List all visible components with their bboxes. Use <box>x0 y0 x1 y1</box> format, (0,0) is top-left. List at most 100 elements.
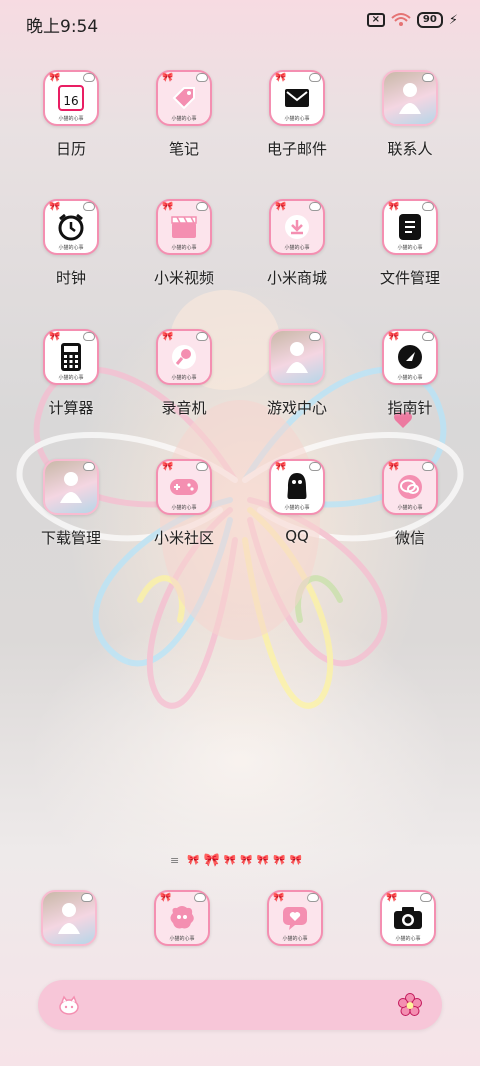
heart-message-icon: 🎀 小猫的心事 <box>267 890 323 946</box>
dock-app-messages[interactable]: 🎀 小猫的心事 <box>154 890 214 950</box>
bow-icon: 🎀 <box>386 893 398 903</box>
page-dot-icon[interactable]: 🎀 <box>273 855 285 866</box>
photo-dock-icon <box>41 890 97 946</box>
app-label: 录音机 <box>161 399 207 417</box>
tile-caption: 小猫的心事 <box>171 375 197 381</box>
app-wechat[interactable]: 🎀 小猫的心事 微信 <box>360 459 460 569</box>
page-dot-icon[interactable]: 🎀 <box>290 855 302 866</box>
blob-glyph-icon <box>170 906 194 929</box>
app-contacts[interactable]: 联系人 <box>360 70 460 180</box>
page-list-icon[interactable]: ≡ <box>170 854 179 867</box>
photo-figure-icon <box>286 342 308 373</box>
clapperboard-icon: 🎀 小猫的心事 <box>156 199 212 255</box>
app-file-manager[interactable]: 🎀 小猫的心事 文件管理 <box>360 199 460 309</box>
app-label: 小米商城 <box>266 269 327 287</box>
wechat-glyph-icon <box>398 475 422 499</box>
app-email[interactable]: 🎀 小猫的心事 电子邮件 <box>247 70 347 180</box>
app-recorder[interactable]: 🎀 小猫的心事 录音机 <box>134 329 234 439</box>
photo-figure-icon <box>58 903 80 934</box>
bow-icon: 🎀 <box>388 332 400 342</box>
page-indicator[interactable]: ≡ 🎀 🎀 🎀 🎀 🎀 🎀 🎀 <box>170 853 320 868</box>
tag-glyph-icon <box>172 87 195 110</box>
cat-badge-icon <box>83 73 95 82</box>
flower-icon[interactable] <box>398 993 422 1017</box>
page-dot-icon[interactable]: 🎀 <box>187 855 199 866</box>
app-compass[interactable]: 🎀 小猫的心事 指南针 <box>360 329 460 439</box>
tile-caption: 小猫的心事 <box>284 505 310 511</box>
clock-glyph-icon <box>58 213 84 241</box>
app-label: 计算器 <box>48 399 94 417</box>
compass-glyph-icon <box>398 345 422 369</box>
search-bar[interactable] <box>38 980 442 1030</box>
app-label: 文件管理 <box>379 269 440 287</box>
charging-icon: ⚡ <box>448 12 458 28</box>
photo-game-icon <box>269 329 325 385</box>
app-mi-community[interactable]: 🎀 小猫的心事 小米社区 <box>134 459 234 569</box>
app-notes[interactable]: 🎀 小猫的心事 笔记 <box>134 70 234 180</box>
bow-icon: 🎀 <box>49 202 61 212</box>
bow-icon: 🎀 <box>275 202 287 212</box>
bow-icon: 🎀 <box>162 202 174 212</box>
envelope-icon <box>285 89 309 107</box>
tile-caption: 小猫的心事 <box>284 245 310 251</box>
cat-badge-icon <box>83 202 95 211</box>
app-label: 电子邮件 <box>266 140 327 158</box>
app-label: 下载管理 <box>40 529 101 547</box>
cat-badge-icon <box>309 73 321 82</box>
tile-caption: 小猫的心事 <box>284 116 310 122</box>
dock-app-photo[interactable] <box>41 890 101 950</box>
bow-icon: 🎀 <box>388 462 400 472</box>
mail-icon: 🎀 小猫的心事 <box>269 70 325 126</box>
app-label: 小米视频 <box>153 269 214 287</box>
cat-badge-icon <box>420 893 432 902</box>
app-clock[interactable]: 🎀 小猫的心事 时钟 <box>21 199 121 309</box>
tag-icon: 🎀 小猫的心事 <box>156 70 212 126</box>
app-game-center[interactable]: 游戏中心 <box>247 329 347 439</box>
bow-icon: 🎀 <box>273 893 285 903</box>
page-dot-icon[interactable]: 🎀 <box>224 855 236 866</box>
page-dot-icon[interactable]: 🎀 <box>257 855 269 866</box>
cat-badge-icon <box>196 332 208 341</box>
cat-badge-icon <box>196 73 208 82</box>
app-label: 指南针 <box>387 399 433 417</box>
photo-figure-icon <box>399 83 421 114</box>
bow-icon: 🎀 <box>388 202 400 212</box>
cat-paw-icon[interactable] <box>58 994 80 1016</box>
app-calendar[interactable]: 🎀 16 小猫的心事 日历 <box>21 70 121 180</box>
cat-badge-icon <box>422 462 434 471</box>
cat-badge-icon <box>422 332 434 341</box>
cat-badge-icon <box>194 893 206 902</box>
app-download-manager[interactable]: 下载管理 <box>21 459 121 569</box>
page-dot-icon[interactable]: 🎀 <box>240 855 252 866</box>
dock-app-sms[interactable]: 🎀 小猫的心事 <box>267 890 327 950</box>
app-calculator[interactable]: 🎀 小猫的心事 计算器 <box>21 329 121 439</box>
app-qq[interactable]: 🎀 小猫的心事 QQ <box>247 459 347 569</box>
tile-caption: 小猫的心事 <box>171 116 197 122</box>
download-icon: 🎀 小猫的心事 <box>269 199 325 255</box>
photo-download-icon <box>43 459 99 515</box>
cat-badge-icon <box>307 893 319 902</box>
gamepad-icon: 🎀 小猫的心事 <box>156 459 212 515</box>
dock-app-camera[interactable]: 🎀 小猫的心事 <box>380 890 440 950</box>
calculator-icon: 🎀 小猫的心事 <box>43 329 99 385</box>
tile-caption: 小猫的心事 <box>171 245 197 251</box>
bow-icon: 🎀 <box>49 73 61 83</box>
app-label: 小米社区 <box>153 529 214 547</box>
tile-caption: 小猫的心事 <box>169 936 195 942</box>
bow-icon: 🎀 <box>160 893 172 903</box>
page-dot-active-icon[interactable]: 🎀 <box>204 853 220 868</box>
app-mi-video[interactable]: 🎀 小猫的心事 小米视频 <box>134 199 234 309</box>
message-blob-icon: 🎀 小猫的心事 <box>154 890 210 946</box>
bow-icon: 🎀 <box>162 462 174 472</box>
gamepad-glyph-icon <box>170 479 198 495</box>
tile-caption: 小猫的心事 <box>58 116 84 122</box>
app-label: 游戏中心 <box>266 399 327 417</box>
app-mi-store[interactable]: 🎀 小猫的心事 小米商城 <box>247 199 347 309</box>
cat-badge-icon <box>196 202 208 211</box>
calendar-day: 16 <box>58 85 84 111</box>
file-icon: 🎀 小猫的心事 <box>382 199 438 255</box>
tile-caption: 小猫的心事 <box>282 936 308 942</box>
bow-icon: 🎀 <box>275 73 287 83</box>
battery-icon: 90 <box>416 12 443 28</box>
app-label: 日历 <box>55 140 86 158</box>
